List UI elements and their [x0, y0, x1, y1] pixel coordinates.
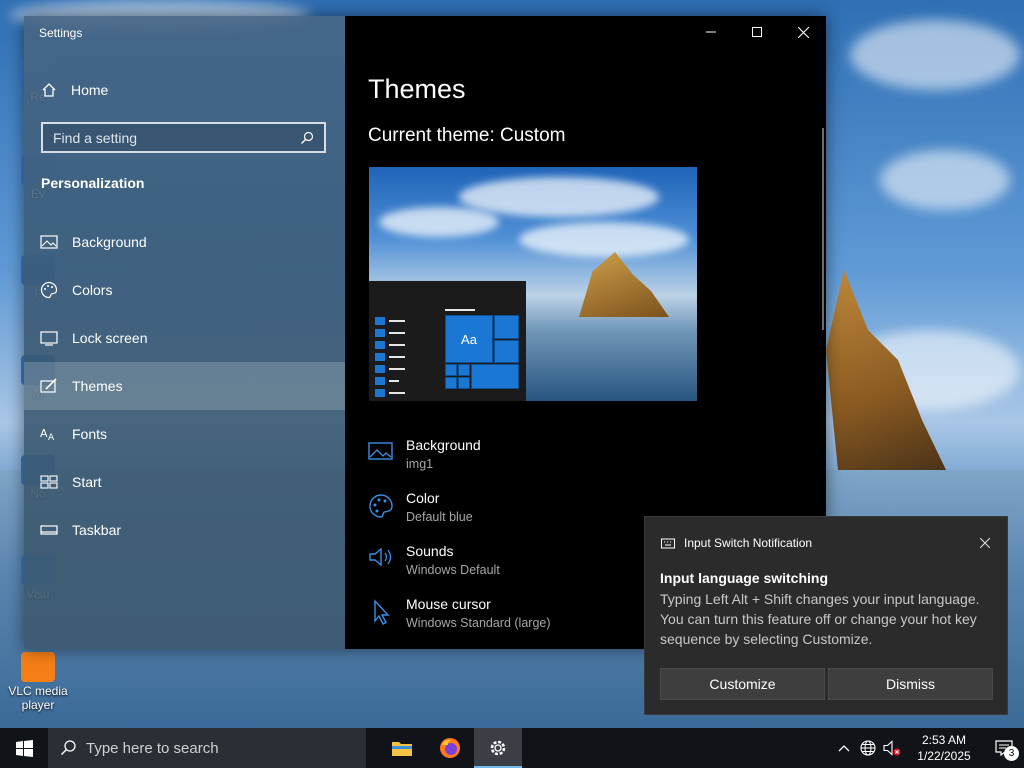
- taskbar-search-box[interactable]: Type here to search: [48, 728, 366, 768]
- close-button[interactable]: [780, 16, 826, 48]
- firefox-taskbar-button[interactable]: [426, 728, 474, 768]
- desktop-app-icon: [21, 652, 55, 682]
- notification-count-badge: 3: [1004, 746, 1019, 761]
- globe-icon: [860, 740, 876, 756]
- theme-option-sounds[interactable]: Sounds Windows Default: [368, 542, 500, 577]
- window-title: Settings: [39, 26, 83, 40]
- option-value: Windows Default: [406, 563, 500, 577]
- nav-label: Background: [72, 234, 147, 250]
- nav-item-background[interactable]: Background: [24, 218, 345, 266]
- lock-screen-icon: [40, 331, 58, 346]
- system-tray: 2:53 AM 1/22/2025 3: [832, 728, 1024, 768]
- option-value: Windows Standard (large): [406, 616, 551, 630]
- input-switch-notification: Input Switch Notification Input language…: [644, 516, 1008, 715]
- close-icon: [980, 538, 990, 548]
- minimize-button[interactable]: [688, 16, 734, 48]
- close-icon: [797, 26, 809, 38]
- taskbar-search-placeholder: Type here to search: [86, 739, 219, 757]
- nav-item-colors[interactable]: Colors: [24, 266, 345, 314]
- nav-item-themes[interactable]: Themes: [24, 362, 345, 410]
- nav-item-lock-screen[interactable]: Lock screen: [24, 314, 345, 362]
- start-button[interactable]: [0, 728, 48, 768]
- chevron-up-icon: [838, 745, 850, 752]
- volume-muted-icon: [883, 740, 901, 756]
- dismiss-button[interactable]: Dismiss: [828, 668, 993, 700]
- option-value: img1: [406, 457, 434, 471]
- taskbar-clock[interactable]: 2:53 AM 1/22/2025: [904, 732, 984, 764]
- svg-text:A: A: [48, 433, 55, 442]
- theme-option-mouse-cursor[interactable]: Mouse cursor Windows Standard (large): [368, 595, 551, 630]
- search-icon: [60, 740, 76, 756]
- nav-label: Fonts: [72, 426, 108, 442]
- theme-option-color[interactable]: Color Default blue: [368, 489, 473, 524]
- customize-button[interactable]: Customize: [660, 668, 825, 700]
- nav-label: Themes: [72, 378, 123, 394]
- show-hidden-icons-button[interactable]: [832, 728, 856, 768]
- option-label: Background: [406, 437, 481, 453]
- fonts-icon: AA: [40, 427, 55, 442]
- nav-label: Colors: [72, 282, 113, 298]
- nav-label: Lock screen: [72, 330, 148, 346]
- current-theme-label: Current theme: Custom: [368, 125, 566, 146]
- nav-label: Start: [72, 474, 102, 490]
- clock-time: 2:53 AM: [921, 733, 967, 747]
- home-icon: [42, 83, 56, 97]
- theme-option-background[interactable]: Background img1: [368, 436, 481, 471]
- preview-tile-text: Aa: [461, 331, 477, 347]
- picture-icon: [40, 235, 58, 249]
- content-scrollbar[interactable]: [822, 128, 824, 330]
- nav-label: Taskbar: [72, 522, 122, 538]
- volume-button[interactable]: [880, 728, 904, 768]
- network-button[interactable]: [856, 728, 880, 768]
- gear-icon: [490, 740, 506, 756]
- nav-item-taskbar[interactable]: Taskbar: [24, 506, 345, 554]
- option-label: Color: [406, 490, 440, 506]
- action-center-button[interactable]: 3: [984, 728, 1024, 768]
- settings-taskbar-button[interactable]: [474, 728, 522, 768]
- keyboard-icon: [661, 538, 675, 548]
- desktop-icon[interactable]: VLC media player: [0, 652, 76, 712]
- notification-header: Input Switch Notification: [661, 536, 812, 550]
- settings-sidebar: Settings Home Find a setting Personaliza…: [24, 16, 345, 649]
- search-placeholder: Find a setting: [53, 129, 138, 146]
- maximize-icon: [752, 27, 762, 37]
- taskbar-icon: [40, 525, 58, 535]
- speaker-icon: [369, 547, 392, 567]
- firefox-icon: [440, 738, 460, 758]
- notification-body: Typing Left Alt + Shift changes your inp…: [660, 591, 980, 647]
- start-grid-icon: [40, 475, 58, 489]
- home-label: Home: [71, 82, 109, 98]
- desktop-icon-label: VLC media player: [8, 684, 68, 712]
- home-nav-item[interactable]: Home: [24, 74, 345, 106]
- option-value: Default blue: [406, 510, 473, 524]
- maximize-button[interactable]: [734, 16, 780, 48]
- notification-title: Input language switching: [660, 570, 828, 586]
- minimize-icon: [706, 31, 716, 33]
- page-title: Themes: [368, 74, 466, 104]
- picture-icon: [368, 442, 393, 460]
- file-explorer-taskbar-button[interactable]: [378, 728, 426, 768]
- section-heading: Personalization: [41, 175, 145, 191]
- search-icon: [301, 131, 314, 144]
- option-label: Mouse cursor: [406, 596, 491, 612]
- nav-item-start[interactable]: Start: [24, 458, 345, 506]
- personalization-nav: Background Colors Lock screen Themes AA …: [24, 218, 345, 554]
- option-label: Sounds: [406, 543, 454, 559]
- svg-text:A: A: [40, 427, 48, 440]
- palette-icon: [369, 494, 393, 518]
- find-setting-input[interactable]: Find a setting: [41, 122, 326, 153]
- theme-preview-image: Aa: [369, 167, 697, 401]
- clock-date: 1/22/2025: [917, 749, 971, 763]
- nav-item-fonts[interactable]: AA Fonts: [24, 410, 345, 458]
- window-caption-buttons: [688, 16, 826, 48]
- brush-icon: [40, 378, 57, 393]
- cursor-icon: [374, 599, 390, 625]
- taskbar: Type here to search 2:53 AM 1/22/2025 3: [0, 728, 1024, 768]
- notification-close-button[interactable]: [977, 535, 993, 551]
- windows-logo-icon: [15, 739, 33, 757]
- notification-app-name: Input Switch Notification: [684, 536, 813, 550]
- folder-icon: [392, 742, 412, 756]
- palette-icon: [40, 281, 58, 299]
